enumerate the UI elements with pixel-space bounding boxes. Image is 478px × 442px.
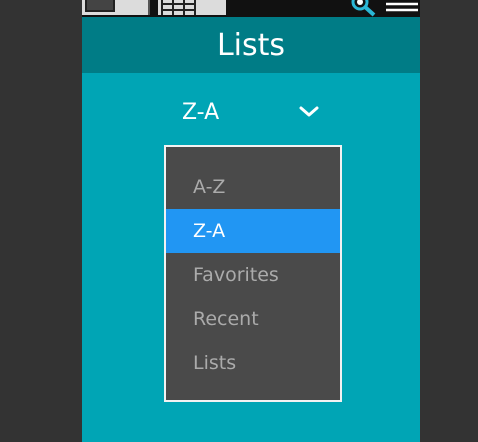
app-screen: Lists Z-A A-Z Z-A Favorites Recent Lists: [82, 0, 420, 442]
search-tools-icon[interactable]: [344, 0, 382, 17]
sort-options-menu: A-Z Z-A Favorites Recent Lists: [164, 145, 342, 402]
toolbar-right-group: [344, 0, 420, 17]
grid-button[interactable]: [158, 0, 226, 15]
right-bezel: [420, 0, 478, 442]
window-button[interactable]: [82, 0, 150, 15]
page-title: Lists: [82, 17, 420, 73]
sort-dropdown[interactable]: Z-A: [166, 92, 336, 132]
grid-icon: [160, 0, 196, 15]
sort-option-recent[interactable]: Recent: [166, 297, 340, 341]
sort-option-favorites[interactable]: Favorites: [166, 253, 340, 297]
top-toolbar: [82, 0, 420, 17]
left-bezel: [0, 0, 82, 442]
sort-selected-value: Z-A: [182, 100, 220, 125]
menu-icon[interactable]: [384, 0, 420, 17]
window-icon: [85, 0, 115, 12]
sort-option-a-z[interactable]: A-Z: [166, 165, 340, 209]
sort-option-lists[interactable]: Lists: [166, 341, 340, 385]
chevron-down-icon[interactable]: [298, 100, 320, 128]
sort-option-z-a[interactable]: Z-A: [166, 209, 340, 253]
